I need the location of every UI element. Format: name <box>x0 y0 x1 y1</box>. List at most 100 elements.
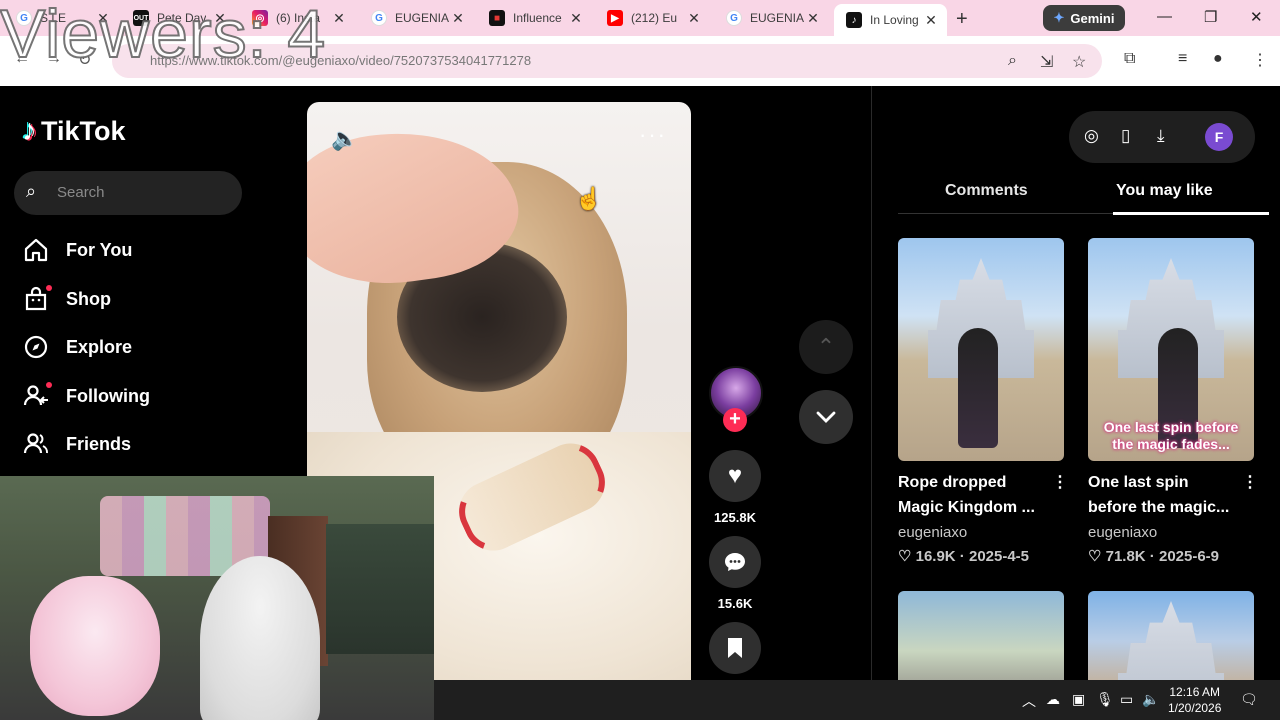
webcam-overlay <box>0 476 434 720</box>
gemini-button[interactable]: ✦ Gemini <box>1043 5 1125 31</box>
tab-you-may-like[interactable]: You may like <box>1116 182 1213 200</box>
volume-icon[interactable]: 🔈 <box>1142 691 1159 708</box>
tab-title: In Loving <box>870 13 919 27</box>
close-window-icon[interactable]: ✕ <box>1250 8 1263 26</box>
video-title[interactable]: Rope dropped Magic Kingdom ... <box>898 470 1043 520</box>
nav-item-shop[interactable]: Shop <box>22 285 111 313</box>
friends-icon <box>22 430 50 458</box>
extensions-icon[interactable]: ⧉ <box>1124 50 1135 68</box>
follow-plus-icon[interactable]: + <box>723 408 747 432</box>
network-icon[interactable]: ▭ <box>1120 691 1133 708</box>
nav-item-following[interactable]: Following <box>22 382 150 410</box>
video-author[interactable]: eugeniaxo <box>1088 524 1157 541</box>
minimize-icon[interactable]: — <box>1157 8 1172 25</box>
close-tab-icon[interactable]: ✕ <box>450 10 466 27</box>
close-tab-icon[interactable]: ✕ <box>686 10 702 27</box>
search-placeholder: Search <box>57 184 105 201</box>
bookmark-star-icon[interactable]: ☆ <box>1072 52 1086 72</box>
shelf-image <box>326 524 434 654</box>
windows-taskbar: ︿ ☁ ▣ 🎙 ▭ 🔈 12:16 AM 1/20/2026 🗨 <box>434 680 1280 720</box>
nav-item-explore[interactable]: Explore <box>22 333 132 361</box>
nav-item-for-you[interactable]: For You <box>22 236 132 264</box>
card-more-icon[interactable]: ⋮ <box>1052 472 1068 492</box>
influence-icon: ■ <box>489 10 505 26</box>
viewers-overlay: Viewers: 4 <box>0 0 327 72</box>
comment-icon <box>725 553 745 571</box>
nav-label: Shop <box>66 288 111 309</box>
media-controls-icon[interactable]: ≡ <box>1178 50 1187 68</box>
chevron-up-icon: ⌃ <box>816 334 836 359</box>
nav-label: Following <box>66 385 150 406</box>
person-image <box>958 328 998 448</box>
tiktok-logo[interactable]: ♪ TikTok <box>22 114 126 148</box>
video-thumbnail[interactable]: One last spin before the magic fades... <box>1088 238 1254 461</box>
close-tab-icon[interactable]: ✕ <box>805 10 821 27</box>
device-icon[interactable]: ▯ <box>1121 126 1130 146</box>
browser-tab[interactable]: G EUGENIA ✕ <box>371 4 466 32</box>
onedrive-icon[interactable]: ☁ <box>1046 691 1060 708</box>
google-icon: G <box>726 10 742 26</box>
tab-title: Influence <box>513 11 562 25</box>
browser-tab[interactable]: G EUGENIA ✕ <box>726 4 821 32</box>
top-actions-pill: ◎ ▯ ⤓ F <box>1069 111 1255 163</box>
microphone-icon[interactable]: 🎙 <box>1096 691 1114 708</box>
chevron-up-icon[interactable]: ︿ <box>1022 691 1036 711</box>
video-title[interactable]: One last spin before the magic... <box>1088 470 1233 520</box>
search-input[interactable]: ⌕ Search <box>14 171 242 215</box>
close-tab-icon[interactable]: ✕ <box>568 10 584 27</box>
following-icon <box>22 382 52 410</box>
card-more-icon[interactable]: ⋮ <box>1242 472 1258 492</box>
gemini-icon: ✦ <box>1053 10 1065 25</box>
chevron-down-icon <box>816 411 836 423</box>
search-icon: ⌕ <box>26 181 37 201</box>
install-app-icon[interactable]: ⇲ <box>1040 52 1053 72</box>
video-thumbnail[interactable] <box>898 591 1064 680</box>
volume-icon[interactable]: 🔈 <box>331 126 358 152</box>
nav-label: Friends <box>66 433 132 454</box>
tiktok-coin-icon[interactable]: ◎ <box>1084 126 1099 146</box>
save-button[interactable] <box>709 622 761 674</box>
menu-dots-icon[interactable]: ⋮ <box>1252 50 1268 70</box>
video-thumbnail[interactable] <box>1088 591 1254 680</box>
blanket-figure-image <box>200 556 320 720</box>
clock-time: 12:16 AM <box>1169 685 1221 699</box>
next-video-button[interactable] <box>799 390 853 444</box>
comment-count: 15.6K <box>717 596 753 611</box>
bookmark-icon <box>728 638 742 658</box>
zoom-icon[interactable]: ⌕ <box>1008 52 1017 70</box>
profile-avatar-icon[interactable]: ● <box>1213 50 1223 68</box>
active-tab-indicator <box>1113 212 1269 215</box>
video-meta: ♡ 71.8K · 2025-6-9 <box>1088 548 1220 565</box>
right-panel: ◎ ▯ ⤓ F Comments You may like Rope dropp… <box>871 86 1280 680</box>
compass-icon <box>22 333 50 361</box>
restore-icon[interactable]: ❐ <box>1204 8 1217 26</box>
panel-tabs: Comments You may like <box>898 176 1269 215</box>
download-icon[interactable]: ⤓ <box>1157 126 1165 146</box>
notifications-icon[interactable]: 🗨 <box>1240 691 1258 708</box>
browser-tab-active[interactable]: ♪ In Loving ✕ <box>834 4 947 36</box>
browser-tab[interactable]: ■ Influence ✕ <box>489 4 584 32</box>
tab-comments[interactable]: Comments <box>945 182 1028 200</box>
profile-avatar[interactable]: F <box>1205 123 1233 151</box>
meet-icon[interactable]: ▣ <box>1072 691 1085 708</box>
nav-label: Explore <box>66 336 133 357</box>
close-tab-icon[interactable]: ✕ <box>331 10 347 27</box>
comment-button[interactable] <box>709 536 761 588</box>
nav-item-friends[interactable]: Friends <box>22 430 131 458</box>
browser-tab[interactable]: ▶ (212) Eu ✕ <box>607 4 702 32</box>
google-icon: G <box>371 10 387 26</box>
close-tab-icon[interactable]: ✕ <box>923 12 939 29</box>
system-clock[interactable]: 12:16 AM 1/20/2026 <box>1168 684 1221 716</box>
like-button[interactable]: ♥ <box>709 450 761 502</box>
nav-label: For You <box>66 239 133 260</box>
notification-dot <box>46 382 52 388</box>
video-thumbnail[interactable] <box>898 238 1064 461</box>
new-tab-icon[interactable]: + <box>956 8 968 31</box>
shop-icon <box>22 285 52 313</box>
video-author[interactable]: eugeniaxo <box>898 524 967 541</box>
mouse-cursor-icon: ☝ <box>575 186 603 211</box>
tiktok-logo-text: TikTok <box>41 115 126 146</box>
more-options-icon[interactable]: ··· <box>639 122 667 148</box>
previous-video-button[interactable]: ⌃ <box>799 320 853 374</box>
tab-title: EUGENIA <box>750 11 805 25</box>
